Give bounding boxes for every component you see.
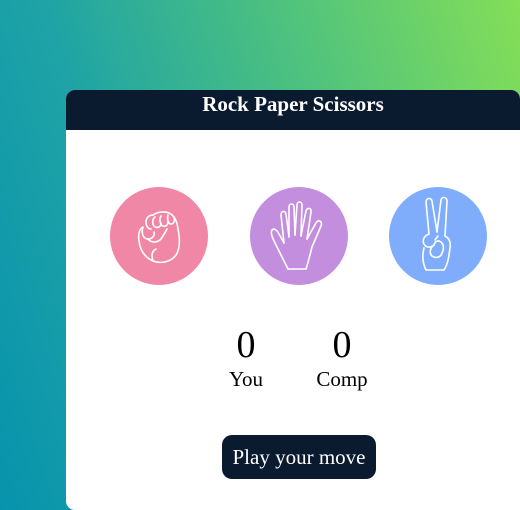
rock-choice-button[interactable] [110, 187, 208, 285]
computer-score-value: 0 [332, 324, 352, 366]
play-move-button[interactable]: Play your move [222, 435, 376, 479]
player-score-label: You [228, 367, 264, 391]
open-hand-icon [270, 201, 323, 270]
peace-hand-icon [422, 196, 452, 271]
scissors-choice-button[interactable] [389, 187, 487, 285]
page-title: Rock Paper Scissors [66, 90, 520, 130]
game-card: Rock Paper Scissors 0 You 0 Comp Play yo… [66, 90, 520, 510]
player-score: 0 You [206, 323, 286, 391]
computer-score: 0 Comp [302, 323, 382, 391]
fist-icon [137, 211, 181, 264]
computer-score-label: Comp [316, 367, 368, 391]
player-score-value: 0 [236, 324, 256, 366]
paper-choice-button[interactable] [250, 187, 348, 285]
